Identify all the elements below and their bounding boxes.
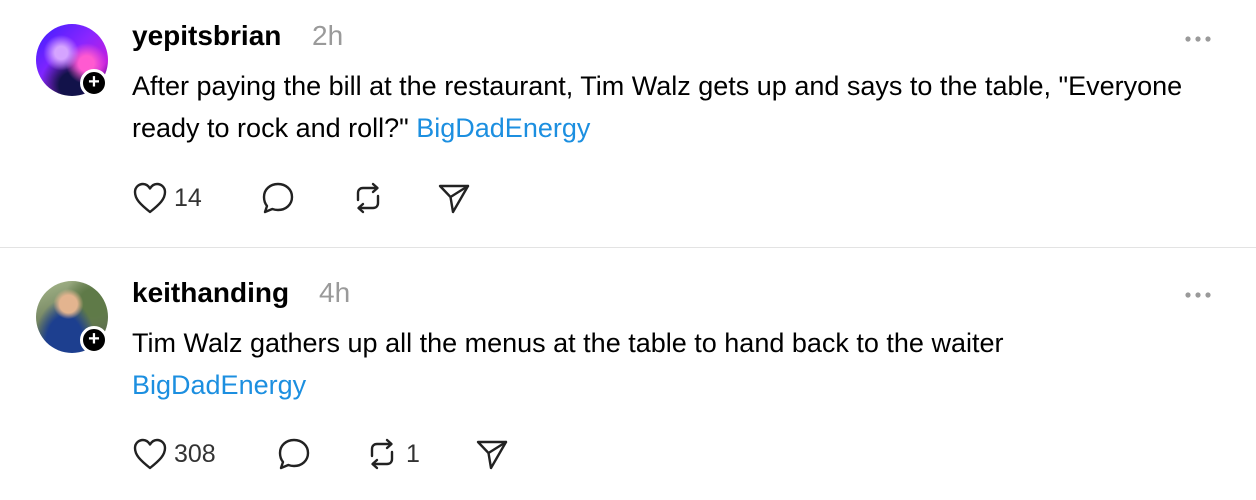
follow-plus-icon[interactable]: + — [80, 69, 108, 97]
like-button[interactable]: 14 — [132, 178, 202, 218]
thread-post: + keithanding 4h Tim Walz gathers up all… — [0, 248, 1256, 500]
like-count: 308 — [174, 439, 216, 468]
repost-button[interactable]: 1 — [364, 434, 420, 474]
post-text: Tim Walz gathers up all the menus at the… — [132, 328, 1004, 358]
post-actions: 308 1 — [132, 434, 732, 474]
heart-icon — [133, 182, 167, 214]
share-icon — [476, 440, 508, 470]
comment-button[interactable] — [276, 434, 318, 474]
follow-plus-icon[interactable]: + — [80, 326, 108, 354]
repost-icon — [370, 438, 394, 470]
share-button[interactable] — [436, 178, 472, 218]
timestamp: 4h — [319, 277, 351, 308]
hashtag-link[interactable]: BigDadEnergy — [132, 370, 306, 400]
more-icon[interactable] — [1183, 34, 1213, 44]
username[interactable]: keithanding — [132, 277, 289, 309]
post-body: Tim Walz gathers up all the menus at the… — [132, 322, 1222, 406]
thread-post: + yepitsbrian 2h After paying the bill a… — [0, 0, 1256, 247]
heart-icon — [133, 438, 167, 470]
comment-icon — [278, 438, 310, 470]
post-actions: 14 — [132, 178, 732, 218]
hashtag-link[interactable]: BigDadEnergy — [416, 113, 590, 143]
repost-count: 1 — [406, 439, 420, 468]
share-icon — [438, 184, 470, 214]
repost-button[interactable] — [350, 178, 392, 218]
post-text: After paying the bill at the restaurant,… — [132, 71, 1183, 143]
like-button[interactable]: 308 — [132, 434, 216, 474]
comment-icon — [262, 182, 294, 214]
comment-button[interactable] — [260, 178, 302, 218]
share-button[interactable] — [474, 434, 510, 474]
username[interactable]: yepitsbrian — [132, 20, 281, 52]
like-count: 14 — [174, 183, 202, 212]
timestamp: 2h — [312, 20, 344, 51]
repost-icon — [356, 182, 380, 214]
more-icon[interactable] — [1183, 290, 1213, 300]
post-body: After paying the bill at the restaurant,… — [132, 65, 1222, 149]
